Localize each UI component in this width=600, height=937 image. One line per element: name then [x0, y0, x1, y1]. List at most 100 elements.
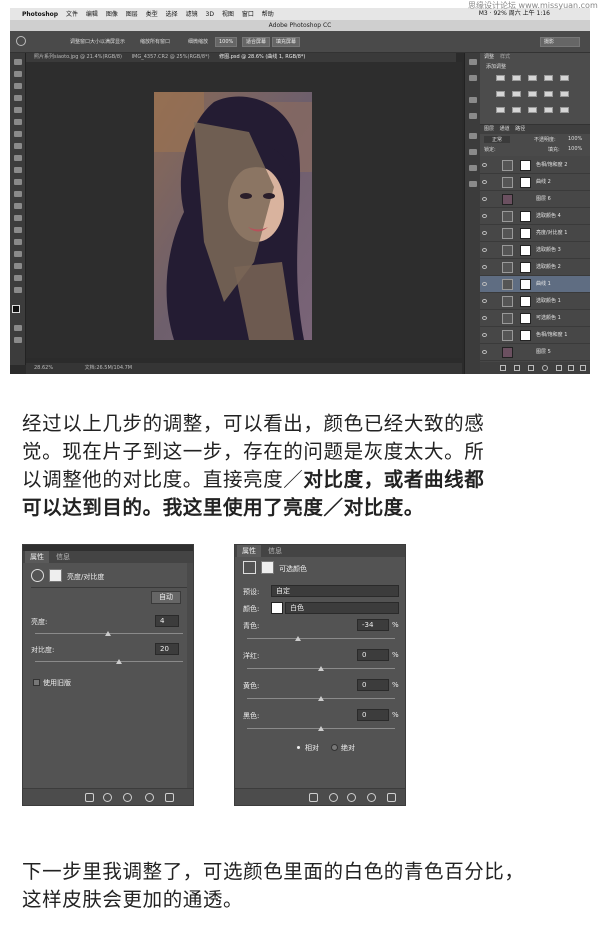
app-menu[interactable]: Photoshop: [22, 11, 58, 18]
layer-row[interactable]: 图层 6: [480, 191, 590, 208]
menu-view[interactable]: 视图: [222, 11, 234, 18]
path-select-icon[interactable]: [14, 251, 22, 257]
posterize-adj-icon[interactable]: [512, 107, 521, 113]
layer-row[interactable]: 选取颜色 1: [480, 293, 590, 310]
hue-sat-adj-icon[interactable]: [496, 91, 505, 97]
dodge-tool-icon[interactable]: [14, 215, 22, 221]
layer-row[interactable]: 色相/饱和度 1: [480, 327, 590, 344]
menu-type[interactable]: 类型: [146, 11, 158, 18]
brush-panel-icon[interactable]: [469, 97, 477, 103]
properties-tab[interactable]: 属性: [25, 551, 49, 563]
visibility-eye-icon[interactable]: [482, 197, 487, 201]
layer-mask-thumbnail[interactable]: [520, 228, 531, 239]
visibility-eye-icon[interactable]: [482, 163, 487, 167]
doc-tab-3[interactable]: 修图.psd @ 28.6% (曲线 1, RGB/8*): [219, 54, 305, 60]
zoom-level[interactable]: 28.62%: [34, 365, 53, 371]
fx-icon[interactable]: [514, 365, 520, 371]
character-panel-icon[interactable]: [469, 113, 477, 119]
type-tool-icon[interactable]: [14, 239, 22, 245]
fill-value[interactable]: 100%: [568, 146, 582, 152]
absolute-radio[interactable]: [331, 744, 338, 751]
reset-icon[interactable]: [123, 793, 132, 802]
layer-row[interactable]: 亮度/对比度 1: [480, 225, 590, 242]
zoom-all-checkbox[interactable]: 缩放所有窗口: [140, 38, 170, 45]
contrast-slider-thumb[interactable]: [116, 659, 122, 664]
vibrance-adj-icon[interactable]: [560, 75, 569, 81]
photo-filter-adj-icon[interactable]: [544, 91, 553, 97]
blend-mode-select[interactable]: 正常: [484, 136, 511, 143]
layer-row[interactable]: 选取颜色 2: [480, 259, 590, 276]
zoom-icon[interactable]: [14, 287, 22, 293]
yellow-slider-thumb[interactable]: [318, 696, 324, 701]
menu-layer[interactable]: 图层: [126, 11, 138, 18]
legacy-checkbox[interactable]: [33, 679, 40, 686]
magenta-slider-thumb[interactable]: [318, 666, 324, 671]
history-panel-icon[interactable]: [469, 59, 477, 65]
history-brush-icon[interactable]: [14, 167, 22, 173]
mask-icon[interactable]: [528, 365, 534, 371]
menu-select[interactable]: 选择: [166, 11, 178, 18]
layer-mask-thumbnail[interactable]: [520, 245, 531, 256]
eraser-icon[interactable]: [14, 179, 22, 185]
contrast-slider-track[interactable]: [35, 661, 183, 662]
curves-adj-icon[interactable]: [528, 75, 537, 81]
mask-thumbnail-icon[interactable]: [49, 569, 62, 582]
threshold-adj-icon[interactable]: [528, 107, 537, 113]
layers-tab[interactable]: 图层: [484, 126, 494, 132]
new-group-icon[interactable]: [556, 365, 562, 371]
channel-mixer-adj-icon[interactable]: [560, 91, 569, 97]
layer-mask-thumbnail[interactable]: [520, 330, 531, 341]
menu-file[interactable]: 文件: [66, 11, 78, 18]
contrast-input[interactable]: 20: [155, 643, 179, 655]
layer-mask-thumbnail[interactable]: [520, 313, 531, 324]
paragraph-panel-icon[interactable]: [469, 133, 477, 139]
menu-filter[interactable]: 滤镜: [186, 11, 198, 18]
shape-tool-icon[interactable]: [14, 263, 22, 269]
workspace-select[interactable]: 摄影: [540, 37, 580, 47]
actions-panel-icon[interactable]: [469, 149, 477, 155]
color-select[interactable]: 白色: [285, 602, 399, 614]
doc-tab-1[interactable]: 照片系列siaoto.jpg @ 21.4%(RGB/8): [34, 54, 122, 60]
pen-tool-icon[interactable]: [14, 227, 22, 233]
foreground-color-swatch[interactable]: [12, 305, 20, 313]
menu-edit[interactable]: 编辑: [86, 11, 98, 18]
black-slider-thumb[interactable]: [318, 726, 324, 731]
fit-screen-button[interactable]: 适合屏幕: [242, 37, 271, 47]
swatches-panel-icon[interactable]: [469, 165, 477, 171]
stamp-tool-icon[interactable]: [14, 155, 22, 161]
brush-tool-icon[interactable]: [14, 143, 22, 149]
zoom-100-button[interactable]: 100%: [215, 37, 238, 47]
trash-icon[interactable]: [580, 365, 586, 371]
delete-icon[interactable]: [165, 793, 174, 802]
bw-adj-icon[interactable]: [528, 91, 537, 97]
zoom-tool-icon[interactable]: [16, 36, 26, 46]
layer-mask-thumbnail[interactable]: [520, 279, 531, 290]
layer-row[interactable]: 曲线 2: [480, 174, 590, 191]
menu-help[interactable]: 帮助: [262, 11, 274, 18]
brightness-adj-icon[interactable]: [496, 75, 505, 81]
cyan-slider-thumb[interactable]: [295, 636, 301, 641]
crop-tool-icon[interactable]: [14, 107, 22, 113]
new-layer-icon[interactable]: [568, 365, 574, 371]
color-balance-adj-icon[interactable]: [512, 91, 521, 97]
hand-tool-icon[interactable]: [14, 275, 22, 281]
cyan-slider-track[interactable]: [247, 638, 395, 639]
black-input[interactable]: 0: [357, 709, 389, 721]
selective-color-adj-icon[interactable]: [560, 107, 569, 113]
magenta-input[interactable]: 0: [357, 649, 389, 661]
layer-row[interactable]: 图层 5: [480, 344, 590, 361]
invert-adj-icon[interactable]: [496, 107, 505, 113]
lasso-tool-icon[interactable]: [14, 83, 22, 89]
view-previous-icon[interactable]: [103, 793, 112, 802]
layer-row[interactable]: 曲线 1: [480, 276, 590, 293]
visibility-eye-icon[interactable]: [482, 282, 487, 286]
info-tab[interactable]: 信息: [51, 551, 75, 563]
doc-tab-2[interactable]: IMG_4357.CR2 @ 25%(RGB/8*): [132, 54, 210, 60]
layer-row[interactable]: 选取颜色 4: [480, 208, 590, 225]
gradient-tool-icon[interactable]: [14, 191, 22, 197]
info-tab-2[interactable]: 信息: [263, 545, 287, 557]
info-panel-icon[interactable]: [469, 75, 477, 81]
mask-thumbnail-icon-2[interactable]: [261, 561, 274, 574]
visibility-eye-icon[interactable]: [482, 316, 487, 320]
visibility-eye-icon[interactable]: [482, 214, 487, 218]
